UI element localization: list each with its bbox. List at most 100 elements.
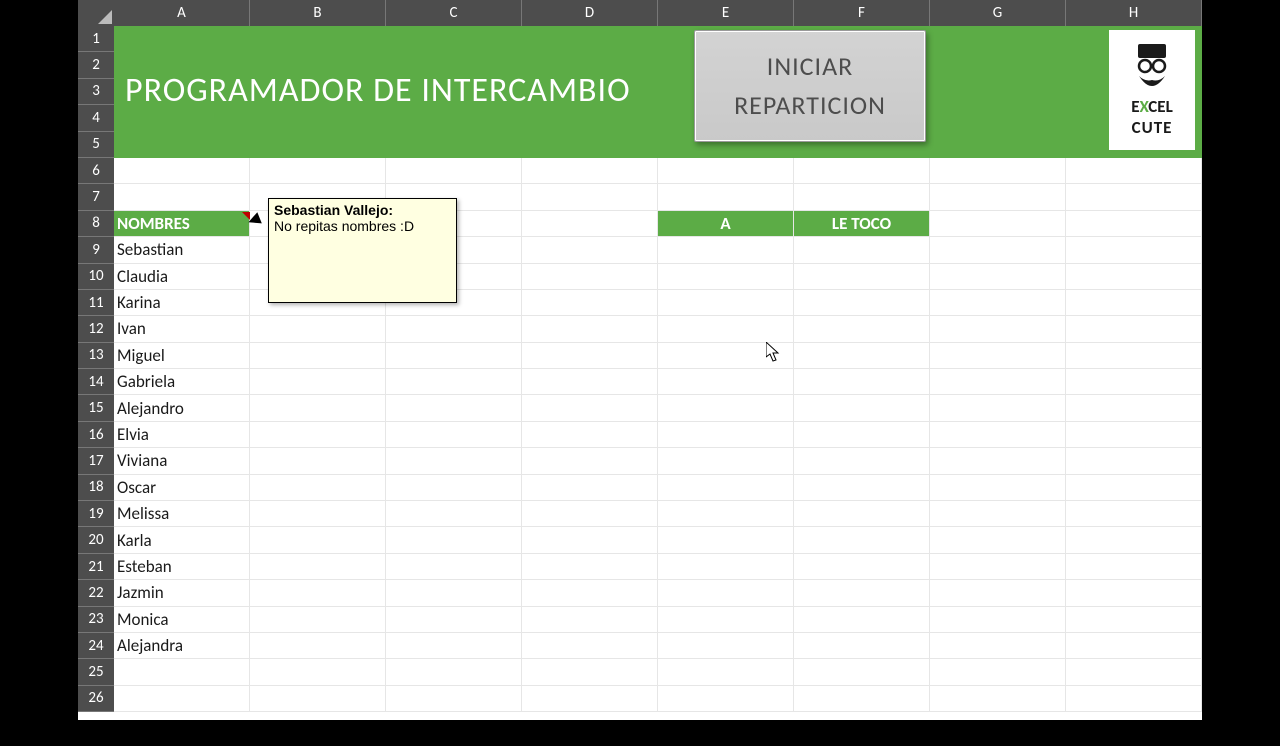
- cell-A9[interactable]: Sebastian: [114, 237, 250, 263]
- cell-B21[interactable]: [250, 554, 386, 580]
- cell-A11[interactable]: Karina: [114, 290, 250, 316]
- row-header-21[interactable]: 21: [78, 554, 114, 580]
- row-header-1[interactable]: 1: [78, 26, 114, 52]
- row-header-5[interactable]: 5: [78, 132, 114, 158]
- row-header-3[interactable]: 3: [78, 79, 114, 105]
- cell-C19[interactable]: [386, 501, 522, 527]
- cell-C24[interactable]: [386, 633, 522, 659]
- cell-A6[interactable]: [114, 158, 250, 184]
- cell-D23[interactable]: [522, 607, 658, 633]
- cell-G16[interactable]: [930, 422, 1066, 448]
- cell-A25[interactable]: [114, 659, 250, 685]
- row-header-8[interactable]: 8: [78, 211, 114, 237]
- cell-H13[interactable]: [1066, 343, 1202, 369]
- cell-A19[interactable]: Melissa: [114, 501, 250, 527]
- cell-G6[interactable]: [930, 158, 1066, 184]
- cell-A13[interactable]: Miguel: [114, 343, 250, 369]
- cell-F22[interactable]: [794, 580, 930, 606]
- cell-C14[interactable]: [386, 369, 522, 395]
- cell-E22[interactable]: [658, 580, 794, 606]
- cell-D6[interactable]: [522, 158, 658, 184]
- cell-G25[interactable]: [930, 659, 1066, 685]
- column-header-G[interactable]: G: [930, 0, 1066, 26]
- cell-C20[interactable]: [386, 527, 522, 553]
- cell-C21[interactable]: [386, 554, 522, 580]
- row-header-16[interactable]: 16: [78, 422, 114, 448]
- row-header-15[interactable]: 15: [78, 395, 114, 421]
- cell-A21[interactable]: Esteban: [114, 554, 250, 580]
- cell-C17[interactable]: [386, 448, 522, 474]
- row-header-25[interactable]: 25: [78, 659, 114, 685]
- cell-D9[interactable]: [522, 237, 658, 263]
- cell-G10[interactable]: [930, 264, 1066, 290]
- cell-B17[interactable]: [250, 448, 386, 474]
- cell-F6[interactable]: [794, 158, 930, 184]
- cell-E25[interactable]: [658, 659, 794, 685]
- cell-G4[interactable]: [930, 105, 1066, 131]
- cell-B24[interactable]: [250, 633, 386, 659]
- cell-A16[interactable]: Elvia: [114, 422, 250, 448]
- row-header-9[interactable]: 9: [78, 237, 114, 263]
- cell-B5[interactable]: [250, 132, 386, 158]
- cell-A7[interactable]: [114, 184, 250, 210]
- cell-F25[interactable]: [794, 659, 930, 685]
- cell-H17[interactable]: [1066, 448, 1202, 474]
- cell-C18[interactable]: [386, 475, 522, 501]
- cell-A26[interactable]: [114, 686, 250, 712]
- column-header-E[interactable]: E: [658, 0, 794, 26]
- cell-E16[interactable]: [658, 422, 794, 448]
- cell-E23[interactable]: [658, 607, 794, 633]
- cell-F19[interactable]: [794, 501, 930, 527]
- cell-B25[interactable]: [250, 659, 386, 685]
- cell-G13[interactable]: [930, 343, 1066, 369]
- start-distribution-button[interactable]: INICIAR REPARTICION: [694, 30, 926, 142]
- column-header-B[interactable]: B: [250, 0, 386, 26]
- cell-F20[interactable]: [794, 527, 930, 553]
- row-header-13[interactable]: 13: [78, 343, 114, 369]
- cell-A20[interactable]: Karla: [114, 527, 250, 553]
- cell-F21[interactable]: [794, 554, 930, 580]
- cell-E20[interactable]: [658, 527, 794, 553]
- cell-D24[interactable]: [522, 633, 658, 659]
- cell-H15[interactable]: [1066, 395, 1202, 421]
- cell-B23[interactable]: [250, 607, 386, 633]
- cell-F17[interactable]: [794, 448, 930, 474]
- row-header-18[interactable]: 18: [78, 475, 114, 501]
- cell-B13[interactable]: [250, 343, 386, 369]
- cell-D1[interactable]: [522, 26, 658, 52]
- row-header-12[interactable]: 12: [78, 316, 114, 342]
- select-all-corner[interactable]: [78, 0, 114, 26]
- cell-A24[interactable]: Alejandra: [114, 633, 250, 659]
- cell-A8[interactable]: NOMBRES: [114, 211, 250, 237]
- cell-F14[interactable]: [794, 369, 930, 395]
- cell-C1[interactable]: [386, 26, 522, 52]
- cell-G18[interactable]: [930, 475, 1066, 501]
- column-header-F[interactable]: F: [794, 0, 930, 26]
- cell-F24[interactable]: [794, 633, 930, 659]
- row-header-19[interactable]: 19: [78, 501, 114, 527]
- cell-G3[interactable]: [930, 79, 1066, 105]
- cell-D19[interactable]: [522, 501, 658, 527]
- cell-D5[interactable]: [522, 132, 658, 158]
- cell-G8[interactable]: [930, 211, 1066, 237]
- cell-F16[interactable]: [794, 422, 930, 448]
- cell-H14[interactable]: [1066, 369, 1202, 395]
- cell-B1[interactable]: [250, 26, 386, 52]
- cell-H21[interactable]: [1066, 554, 1202, 580]
- cell-D8[interactable]: [522, 211, 658, 237]
- cell-G7[interactable]: [930, 184, 1066, 210]
- cell-F18[interactable]: [794, 475, 930, 501]
- cell-G20[interactable]: [930, 527, 1066, 553]
- cell-G14[interactable]: [930, 369, 1066, 395]
- cell-E8[interactable]: A: [658, 211, 794, 237]
- cell-A14[interactable]: Gabriela: [114, 369, 250, 395]
- row-header-22[interactable]: 22: [78, 580, 114, 606]
- cell-H19[interactable]: [1066, 501, 1202, 527]
- cell-H11[interactable]: [1066, 290, 1202, 316]
- cell-F7[interactable]: [794, 184, 930, 210]
- cell-E14[interactable]: [658, 369, 794, 395]
- row-header-20[interactable]: 20: [78, 527, 114, 553]
- cell-E7[interactable]: [658, 184, 794, 210]
- cell-B6[interactable]: [250, 158, 386, 184]
- cell-D16[interactable]: [522, 422, 658, 448]
